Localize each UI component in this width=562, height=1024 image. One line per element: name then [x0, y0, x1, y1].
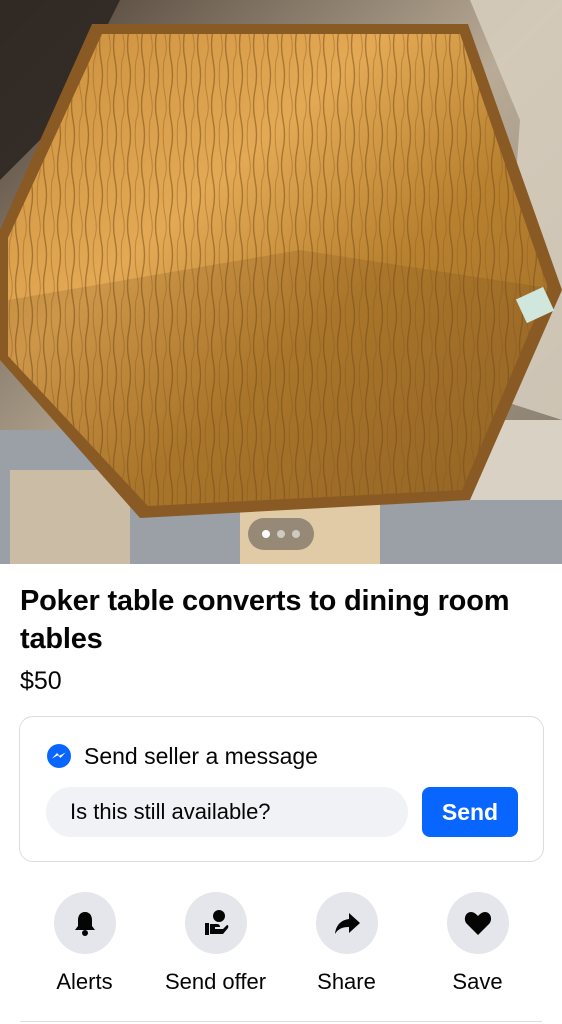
carousel-indicator[interactable] — [248, 518, 314, 550]
message-seller-card: Send seller a message Send — [19, 716, 544, 862]
alerts-button[interactable]: Alerts — [19, 892, 150, 996]
message-header: Send seller a message — [46, 741, 318, 771]
messenger-icon — [46, 743, 72, 769]
share-button[interactable]: Share — [281, 892, 412, 996]
share-arrow-icon — [334, 913, 360, 934]
listing-title: Poker table converts to dining room tabl… — [20, 585, 510, 655]
send-offer-label: Send offer — [164, 969, 267, 994]
send-button[interactable]: Send — [422, 787, 518, 837]
message-header-text: Send seller a message — [84, 743, 318, 769]
listing-price: $50 — [20, 667, 62, 695]
save-circle[interactable] — [446, 892, 509, 954]
message-input[interactable] — [46, 787, 408, 837]
carousel-dot[interactable] — [262, 530, 270, 538]
save-label: Save — [452, 969, 503, 994]
bell-icon — [74, 912, 95, 936]
save-button[interactable]: Save — [412, 892, 543, 996]
send-offer-icon — [204, 910, 228, 935]
carousel-dot[interactable] — [277, 530, 285, 538]
carousel-dot[interactable] — [292, 530, 300, 538]
alerts-label: Alerts — [56, 969, 113, 994]
send-offer-button[interactable]: Send offer — [150, 892, 281, 996]
send-offer-circle[interactable] — [184, 892, 247, 954]
listing-photo[interactable] — [0, 0, 562, 564]
action-bar: Alerts Send offer Share Save — [0, 892, 562, 1002]
alerts-circle[interactable] — [53, 892, 116, 954]
listing-photo-image — [0, 0, 562, 564]
share-circle[interactable] — [315, 892, 378, 954]
divider — [20, 1021, 542, 1022]
share-label: Share — [317, 969, 376, 994]
heart-icon — [464, 912, 491, 935]
